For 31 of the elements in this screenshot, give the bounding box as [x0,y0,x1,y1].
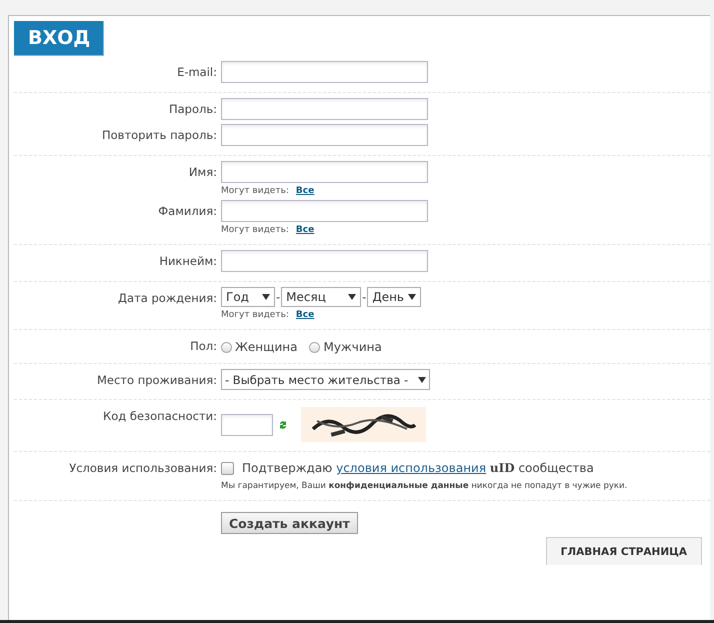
privacy-note: Мы гарантируем, Ваши конфиденциальные данные никогда не попадут в чужие руки. [221,481,628,491]
field-label: Условия использования: [69,461,217,475]
visibility-link[interactable]: Все [296,225,314,235]
home-page-button[interactable]: ГЛАВНАЯ СТРАНИЦА [546,537,702,565]
location-dropdown[interactable]: - Выбрать место жительства - [221,369,430,390]
visibility-link[interactable]: Все [296,186,314,196]
field-label: Пароль: [168,102,217,116]
panel-title: ВХОД [14,21,104,56]
date-dropdown[interactable]: Месяц [281,287,362,307]
radio-label: Мужчина [323,340,382,354]
field-label: Повторить пароль: [102,128,217,142]
create-account-button[interactable]: Создать аккаунт [221,512,358,534]
date-dropdown[interactable]: День [367,287,422,307]
visibility-link[interactable]: Все [296,310,314,320]
visibility-label: Могут видеть: [221,186,289,196]
field-label: Никнейм: [159,254,217,268]
date-dropdown[interactable]: Год [221,287,275,307]
field-label: Место проживания: [96,373,217,387]
visibility-label: Могут видеть: [221,225,289,235]
terms-link[interactable]: условия использования [336,461,486,475]
separator-dash: - [361,290,368,304]
terms-text: Подтверждаю условия использования uID сообщества [242,461,594,475]
field-label: Дата рождения: [118,291,217,305]
field-label: E-mail: [177,65,217,79]
separator-dash: - [275,290,282,304]
field-label: Пол: [190,339,217,353]
visibility-label: Могут видеть: [221,310,289,320]
field-label: Код безопасности: [103,409,217,423]
field-label: Фамилия: [158,204,217,218]
radio-label: Женщина [235,340,298,354]
field-label: Имя: [188,165,217,179]
